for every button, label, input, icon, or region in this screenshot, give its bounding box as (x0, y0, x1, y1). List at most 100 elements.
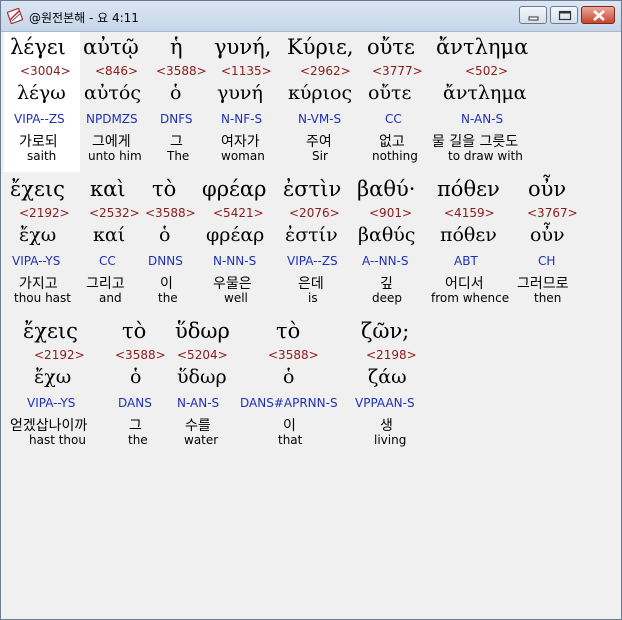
greek-word: πόθεν (437, 177, 500, 201)
korean-gloss: 생 (380, 418, 393, 434)
greek-word: γυνή, (214, 35, 272, 59)
greek-word: φρέαρ (202, 177, 267, 201)
lemma: οὔτε (368, 82, 412, 104)
lemma: ἄντλημα (443, 82, 527, 104)
english-gloss: to draw with (448, 149, 523, 163)
korean-gloss: 얻겠삽나이까 (10, 418, 88, 434)
greek-word: λέγει (10, 35, 66, 59)
lemma: ὁ (170, 82, 182, 104)
parsing-code: VPPAAN-S (355, 396, 415, 410)
strong-number: <1135> (221, 64, 272, 78)
korean-gloss: 그 (170, 134, 183, 150)
greek-word: ἐστὶν (283, 177, 342, 201)
korean-gloss: 깊 (380, 276, 393, 292)
lemma: οὖν (530, 224, 565, 246)
korean-gloss: 우물은 (213, 276, 252, 292)
parsing-code: A--NN-S (362, 254, 409, 268)
english-gloss: unto him (88, 149, 142, 163)
english-gloss: deep (372, 291, 402, 305)
strong-number: <3767> (527, 206, 578, 220)
maximize-icon (558, 10, 572, 21)
greek-word: οὔτε (367, 35, 415, 59)
greek-word: ἡ (170, 35, 183, 59)
english-gloss: the (128, 433, 148, 447)
korean-gloss: 어디서 (445, 276, 484, 292)
korean-gloss: 이 (160, 276, 173, 292)
english-gloss: Sir (312, 149, 328, 163)
greek-word: ἔχεις (23, 319, 78, 343)
english-gloss: well (224, 291, 248, 305)
parsing-code: DANS#APRNN-S (240, 396, 338, 410)
parsing-code: N-AN-S (177, 396, 220, 410)
strong-number: <2532> (89, 206, 140, 220)
strong-number: <502> (465, 64, 509, 78)
lemma: λέγω (17, 82, 66, 104)
english-gloss: nothing (372, 149, 418, 163)
lemma: βαθύς (358, 224, 416, 246)
english-gloss: hast thou (29, 433, 86, 447)
english-gloss: from whence (431, 291, 510, 305)
app-icon[interactable] (6, 7, 24, 25)
parsing-code: NPDMZS (86, 112, 138, 126)
greek-word: ὕδωρ (175, 319, 230, 343)
minimize-icon (528, 16, 539, 21)
greek-word: οὖν (528, 177, 567, 201)
lemma: ἐστίν (285, 224, 338, 246)
greek-word: Κύριε, (287, 35, 354, 59)
parsing-code: VIPA--YS (27, 396, 76, 410)
parsing-code: VIPA--YS (12, 254, 61, 268)
greek-word: καὶ (90, 177, 126, 201)
korean-gloss: 물 길을 그릇도 (432, 134, 519, 150)
greek-word: αὐτῷ (83, 35, 139, 59)
strong-number: <3588> (145, 206, 196, 220)
lemma: γυνή (217, 82, 263, 104)
close-icon (593, 10, 605, 21)
lemma: κύριος (288, 82, 353, 104)
lemma: ἔχω (34, 366, 72, 388)
korean-gloss: 이 (283, 418, 296, 434)
english-gloss: that (278, 433, 303, 447)
korean-gloss: 그리고 (86, 276, 125, 292)
english-gloss: living (374, 433, 407, 447)
close-button[interactable] (581, 6, 615, 24)
greek-word: βαθύ· (357, 177, 416, 201)
greek-word: ζῶν; (361, 319, 410, 343)
english-gloss: saith (27, 149, 57, 163)
strong-number: <3777> (372, 64, 423, 78)
korean-gloss: 없고 (379, 134, 405, 150)
korean-gloss: 가지고 (19, 276, 58, 292)
strong-number: <3004> (20, 64, 71, 78)
english-gloss: the (158, 291, 178, 305)
lemma: ἔχω (19, 224, 57, 246)
lemma: ὁ (159, 224, 171, 246)
greek-word: ἔχεις (10, 177, 65, 201)
lemma: αὐτός (84, 82, 141, 104)
korean-gloss: 여자가 (221, 134, 260, 150)
title-bar[interactable]: @원전본해 - 요 4:11 (1, 1, 621, 32)
parsing-code: N-NF-S (221, 112, 263, 126)
window-title: @원전본해 - 요 4:11 (29, 11, 139, 25)
parsing-code: DNFS (160, 112, 193, 126)
lemma: ὁ (130, 366, 142, 388)
greek-word: τὸ (152, 177, 177, 201)
english-gloss: is (308, 291, 318, 305)
english-gloss: then (534, 291, 562, 305)
strong-number: <846> (95, 64, 139, 78)
maximize-button[interactable] (550, 6, 578, 24)
korean-gloss: 주여 (306, 134, 332, 150)
strong-number: <5421> (213, 206, 264, 220)
minimize-button[interactable] (519, 6, 547, 24)
korean-gloss: 가로되 (19, 134, 58, 150)
korean-gloss: 그러므로 (517, 276, 569, 292)
greek-word: ἄντλημα (436, 35, 529, 59)
strong-number: <2192> (19, 206, 70, 220)
parsing-code: VIPA--ZS (287, 254, 338, 268)
parsing-code: VIPA--ZS (14, 112, 65, 126)
parsing-code: CC (385, 112, 402, 126)
strong-number: <2076> (289, 206, 340, 220)
parsing-code: N-NN-S (213, 254, 257, 268)
parsing-code: DNNS (148, 254, 183, 268)
korean-gloss: 그 (129, 418, 142, 434)
lemma: πόθεν (440, 224, 497, 246)
english-gloss: water (184, 433, 219, 447)
